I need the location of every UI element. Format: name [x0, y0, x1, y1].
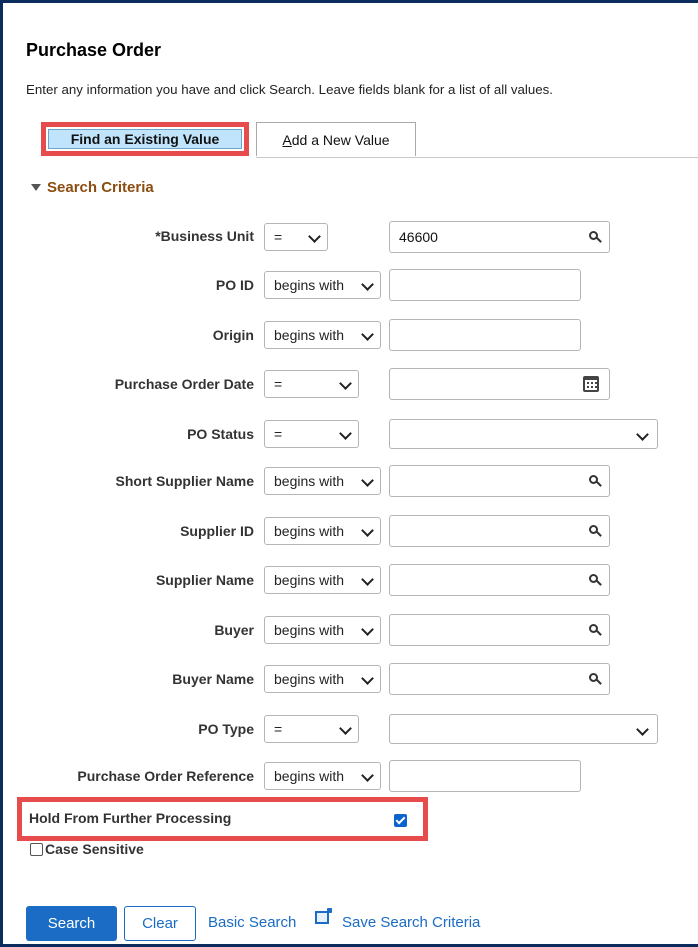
chevron-down-icon: [636, 723, 649, 736]
po-status-label: PO Status: [187, 426, 254, 442]
search-icon[interactable]: [589, 624, 598, 633]
short-supplier-name-operator-value: begins with: [274, 473, 345, 489]
buyer-operator-value: begins with: [274, 622, 345, 638]
po-date-label: Purchase Order Date: [114, 376, 254, 392]
short-supplier-name-input[interactable]: [389, 465, 610, 497]
save-search-criteria-link[interactable]: Save Search Criteria: [342, 914, 480, 931]
buyer-label: Buyer: [214, 622, 254, 638]
buyer-operator[interactable]: begins with: [264, 616, 381, 644]
save-search-icon[interactable]: [315, 908, 332, 924]
po-id-operator-value: begins with: [274, 277, 345, 293]
buyer-name-operator-value: begins with: [274, 671, 345, 687]
buyer-name-operator[interactable]: begins with: [264, 665, 381, 693]
po-type-label: PO Type: [198, 721, 254, 737]
supplier-name-operator-value: begins with: [274, 572, 345, 588]
chevron-down-icon: [361, 769, 374, 782]
business-unit-operator[interactable]: =: [264, 223, 328, 251]
triangle-down-icon: [31, 184, 41, 191]
buyer-name-label: Buyer Name: [172, 671, 254, 687]
business-unit-label: *Business Unit: [155, 228, 254, 244]
buyer-input[interactable]: [389, 614, 610, 646]
page-title: Purchase Order: [26, 40, 162, 60]
po-status-operator[interactable]: =: [264, 420, 359, 448]
origin-input[interactable]: [389, 319, 581, 351]
po-id-label: PO ID: [215, 277, 254, 293]
po-status-operator-value: =: [274, 426, 283, 442]
chevron-down-icon: [361, 672, 374, 685]
buyer-name-input[interactable]: [389, 663, 610, 695]
supplier-id-operator[interactable]: begins with: [264, 517, 381, 545]
origin-operator-value: begins with: [274, 327, 345, 343]
business-unit-operator-value: =: [274, 229, 283, 245]
page-instructions: Enter any information you have and click…: [26, 82, 553, 97]
po-type-select[interactable]: [389, 714, 658, 744]
hold-from-processing-checkbox[interactable]: [394, 814, 407, 827]
tab-add-new-value[interactable]: Add a New Value: [256, 122, 416, 156]
search-icon[interactable]: [589, 574, 598, 583]
po-date-operator-value: =: [274, 376, 283, 392]
supplier-name-label: Supplier Name: [155, 572, 254, 588]
chevron-down-icon: [339, 427, 352, 440]
tab-find-existing-value-label: Find an Existing Value: [48, 129, 242, 149]
origin-label: Origin: [212, 327, 254, 343]
supplier-id-operator-value: begins with: [274, 523, 345, 539]
tab-divider: [256, 157, 698, 158]
search-button[interactable]: Search: [26, 906, 117, 941]
po-reference-operator-value: begins with: [274, 768, 345, 784]
po-date-operator[interactable]: =: [264, 370, 359, 398]
search-icon[interactable]: [589, 525, 598, 534]
po-id-operator[interactable]: begins with: [264, 271, 381, 299]
supplier-id-label: Supplier ID: [180, 523, 254, 539]
calendar-icon[interactable]: [583, 376, 599, 392]
supplier-name-input[interactable]: [389, 564, 610, 596]
po-type-operator[interactable]: =: [264, 715, 359, 743]
hold-from-processing-row: Hold From Further Processing: [17, 797, 428, 841]
short-supplier-name-operator[interactable]: begins with: [264, 467, 381, 495]
chevron-down-icon: [339, 377, 352, 390]
po-date-input[interactable]: [389, 368, 610, 400]
search-icon[interactable]: [589, 673, 598, 682]
supplier-id-input[interactable]: [389, 515, 610, 547]
chevron-down-icon: [361, 623, 374, 636]
chevron-down-icon: [339, 722, 352, 735]
hold-from-processing-label: Hold From Further Processing: [29, 810, 232, 826]
chevron-down-icon: [308, 230, 321, 243]
po-type-operator-value: =: [274, 721, 283, 737]
search-icon[interactable]: [589, 475, 598, 484]
tab-add-hotkey: A: [282, 131, 292, 148]
chevron-down-icon: [636, 428, 649, 441]
supplier-name-operator[interactable]: begins with: [264, 566, 381, 594]
search-criteria-label: Search Criteria: [47, 179, 154, 196]
origin-operator[interactable]: begins with: [264, 321, 381, 349]
business-unit-value: 46600: [399, 229, 438, 245]
case-sensitive-checkbox[interactable]: [30, 842, 43, 856]
po-reference-input[interactable]: [389, 760, 581, 792]
chevron-down-icon: [361, 524, 374, 537]
po-reference-operator[interactable]: begins with: [264, 762, 381, 790]
tab-add-label: dd a New Value: [291, 131, 390, 148]
business-unit-input[interactable]: 46600: [389, 221, 610, 253]
tab-find-existing-value[interactable]: Find an Existing Value: [41, 122, 249, 156]
chevron-down-icon: [361, 474, 374, 487]
chevron-down-icon: [361, 278, 374, 291]
search-icon[interactable]: [589, 231, 598, 240]
po-status-select[interactable]: [389, 419, 658, 449]
search-criteria-header[interactable]: Search Criteria: [31, 179, 154, 196]
chevron-down-icon: [361, 573, 374, 586]
clear-button[interactable]: Clear: [124, 906, 196, 941]
case-sensitive-row[interactable]: Case Sensitive: [30, 841, 144, 857]
case-sensitive-label: Case Sensitive: [45, 841, 144, 857]
po-reference-label: Purchase Order Reference: [77, 768, 254, 784]
chevron-down-icon: [361, 328, 374, 341]
basic-search-link[interactable]: Basic Search: [208, 914, 296, 931]
po-id-input[interactable]: [389, 269, 581, 301]
short-supplier-name-label: Short Supplier Name: [115, 473, 254, 489]
